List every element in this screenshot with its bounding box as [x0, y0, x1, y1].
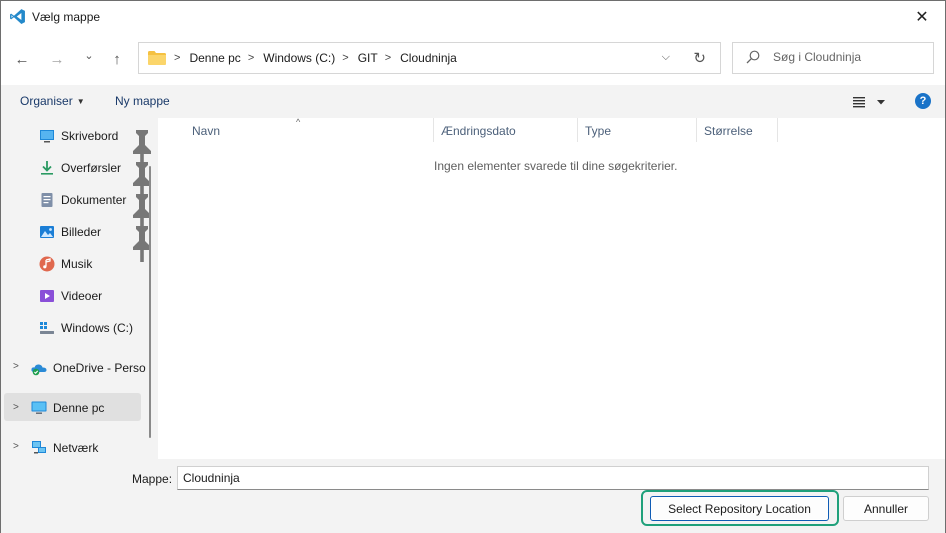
chevron-right-icon[interactable]: >	[13, 402, 19, 413]
new-folder-label: Ny mappe	[115, 94, 170, 108]
chevron-right-icon[interactable]: >	[13, 441, 19, 452]
new-folder-button[interactable]: Ny mappe	[115, 94, 170, 108]
pictures-icon	[40, 226, 54, 238]
select-repository-location-button[interactable]: Select Repository Location	[650, 496, 829, 521]
sidebar-item-network[interactable]: Netværk	[31, 435, 98, 459]
dialog-footer: Mappe: Select Repository Location Annull…	[1, 459, 945, 533]
search-icon	[746, 50, 760, 64]
sidebar-item-label: OneDrive - Perso	[53, 361, 146, 375]
close-icon: ✕	[915, 9, 929, 26]
music-icon	[39, 256, 55, 272]
breadcrumb-item[interactable]: GIT	[358, 51, 378, 65]
command-bar: Organiser ▼ Ny mappe ?	[1, 85, 945, 118]
breadcrumb-item[interactable]: Windows (C:)	[263, 51, 335, 65]
sidebar-item-windows-drive[interactable]: Windows (C:)	[39, 315, 133, 341]
chevron-down-icon: ⌄	[84, 49, 94, 62]
download-icon	[41, 161, 53, 175]
help-icon: ?	[919, 95, 927, 107]
pin-icon[interactable]	[127, 130, 157, 166]
search-box[interactable]	[732, 42, 934, 74]
sidebar-item-label: Videoer	[61, 289, 103, 303]
caret-down-icon: ▼	[76, 97, 85, 106]
folder-icon	[148, 51, 166, 65]
arrow-right-icon: →	[49, 50, 65, 68]
cancel-button[interactable]: Annuller	[843, 496, 929, 521]
view-options-icon[interactable]	[853, 95, 889, 109]
column-header-date[interactable]: Ændringsdato	[434, 118, 578, 142]
pin-icon[interactable]	[127, 226, 157, 262]
breadcrumb-separator-icon: >	[174, 52, 181, 64]
sidebar-item-label: Musik	[61, 257, 93, 271]
breadcrumb-separator-icon: >	[247, 52, 255, 64]
address-dropdown-icon[interactable]: ⌵	[662, 51, 670, 64]
navigation-scrollbar[interactable]	[149, 166, 151, 438]
column-header-name[interactable]: Navn ^	[185, 117, 434, 142]
pin-icon[interactable]	[127, 162, 157, 198]
organize-button[interactable]: Organiser ▼	[20, 94, 85, 108]
sidebar-item-label: Windows (C:)	[61, 321, 134, 335]
refresh-icon[interactable]: ↻	[693, 49, 706, 67]
breadcrumb-separator-icon: >	[342, 52, 349, 64]
sidebar-item-this-pc[interactable]: Denne pc	[31, 395, 104, 421]
navigation-pane: Skrivebord Overførsler Dokumenter Billed…	[1, 118, 157, 459]
search-input[interactable]	[773, 50, 923, 64]
recent-locations-button[interactable]: ⌄	[77, 43, 101, 67]
forward-button[interactable]: →	[45, 47, 69, 71]
up-button[interactable]: ↑	[105, 47, 129, 71]
sidebar-item-label: Denne pc	[53, 401, 105, 415]
chevron-right-icon[interactable]: >	[13, 361, 19, 372]
sidebar-item-music[interactable]: Musik	[39, 251, 92, 277]
document-icon	[41, 193, 53, 207]
sidebar-item-label: Overførsler	[61, 161, 121, 175]
empty-folder-message: Ingen elementer svarede til dine søgekri…	[434, 159, 678, 173]
breadcrumb-item[interactable]: Cloudninja	[400, 51, 457, 65]
navigation-bar: ← → ⌄ ↑ > Denne pc > Windows (C:) > GIT …	[1, 33, 945, 85]
computer-icon	[31, 401, 47, 414]
sidebar-item-desktop[interactable]: Skrivebord	[39, 123, 118, 149]
folder-name-input[interactable]	[177, 466, 929, 490]
sidebar-item-label: Dokumenter	[61, 193, 127, 207]
organize-label: Organiser	[20, 94, 73, 108]
drive-icon	[40, 322, 54, 334]
title-bar: Vælg mappe ✕	[1, 1, 945, 33]
onedrive-icon	[31, 364, 47, 376]
pin-icon[interactable]	[127, 194, 157, 230]
sort-ascending-icon: ^	[296, 117, 301, 127]
folder-field-label: Mappe:	[132, 472, 173, 486]
sidebar-item-label: Skrivebord	[61, 129, 119, 143]
column-label: Ændringsdato	[441, 124, 516, 138]
sidebar-item-downloads[interactable]: Overførsler	[39, 155, 121, 181]
column-label: Navn	[192, 124, 221, 138]
sidebar-item-label: Netværk	[53, 441, 99, 455]
network-icon	[32, 441, 46, 454]
breadcrumb-separator-icon: >	[384, 52, 392, 64]
vscode-app-icon	[10, 9, 25, 24]
arrow-up-icon: ↑	[113, 50, 121, 68]
video-icon	[40, 290, 54, 302]
arrow-left-icon: ←	[14, 50, 30, 68]
back-button[interactable]: ←	[10, 47, 34, 71]
column-label: Størrelse	[704, 124, 753, 138]
close-button[interactable]: ✕	[899, 1, 945, 33]
column-label: Type	[585, 124, 612, 138]
folder-picker-dialog: Vælg mappe ✕ ← → ⌄ ↑ > Denne pc > Window…	[0, 0, 946, 533]
sidebar-item-videos[interactable]: Videoer	[39, 283, 102, 309]
sidebar-item-label: Billeder	[61, 225, 102, 239]
breadcrumb-item[interactable]: Denne pc	[189, 51, 240, 65]
window-title: Vælg mappe	[32, 10, 101, 24]
sidebar-item-documents[interactable]: Dokumenter	[39, 187, 126, 213]
column-header-type[interactable]: Type	[578, 118, 697, 142]
sidebar-item-onedrive[interactable]: OneDrive - Perso	[31, 355, 146, 381]
sidebar-item-pictures[interactable]: Billeder	[39, 219, 101, 245]
address-bar[interactable]: > Denne pc > Windows (C:) > GIT > Cloudn…	[138, 42, 721, 74]
file-list: Navn ^ Ændringsdato Type Størrelse Ingen…	[158, 117, 945, 459]
column-header-size[interactable]: Størrelse	[697, 118, 778, 142]
help-button[interactable]: ?	[915, 93, 931, 109]
desktop-icon	[40, 130, 54, 143]
